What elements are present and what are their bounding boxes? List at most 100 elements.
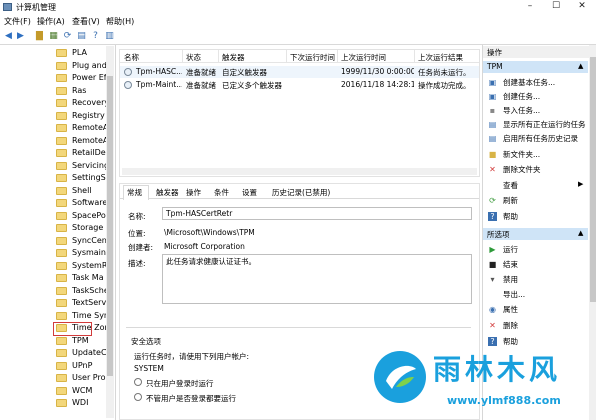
column-divider[interactable]: [414, 50, 415, 63]
author-label: 创建者:: [128, 243, 154, 252]
folder-icon: [56, 299, 67, 307]
menu-bar: 文件(F) 操作(A) 查看(V) 帮助(H): [0, 14, 596, 28]
column-divider[interactable]: [182, 50, 183, 63]
minimize-button[interactable]: –: [519, 0, 541, 13]
folder-icon: [56, 186, 67, 195]
delete-folder-icon: ✕: [489, 165, 496, 174]
task-last-run: 2016/11/18 14:28:19: [341, 80, 414, 89]
col-header-name[interactable]: 名称: [124, 52, 139, 63]
console-icon[interactable]: ▥: [104, 31, 115, 41]
folder-icon: [56, 49, 67, 57]
col-header-last-run[interactable]: 上次运行时间: [341, 52, 386, 63]
task-clock-icon: [124, 68, 132, 76]
action-help[interactable]: ? 帮助: [483, 210, 588, 222]
submenu-arrow-icon: ▶: [578, 180, 584, 188]
delete-icon: ✕: [489, 321, 496, 330]
tree-scroll-thumb[interactable]: [107, 76, 113, 376]
action-end[interactable]: ■ 结束: [483, 258, 588, 270]
action-run[interactable]: ▶ 运行: [483, 243, 588, 255]
new-folder-icon: ■: [488, 150, 497, 159]
menu-view[interactable]: 查看(V): [72, 16, 100, 27]
actions-section-selected[interactable]: 所选项 ▲: [483, 228, 588, 240]
tab-history[interactable]: 历史记录(已禁用): [272, 187, 330, 198]
collapse-arrow-icon[interactable]: ▲: [578, 62, 583, 70]
action-properties[interactable]: ◉ 属性: [483, 303, 588, 315]
radio-logged-on[interactable]: [134, 378, 142, 386]
tree-scrollbar[interactable]: [106, 46, 114, 418]
refresh-icon[interactable]: ⟳: [62, 31, 73, 41]
action-refresh[interactable]: ⟳ 刷新: [483, 194, 588, 206]
action-disable[interactable]: ▾ 禁用: [483, 273, 588, 285]
close-button[interactable]: ✕: [571, 0, 593, 13]
horizontal-scrollbar[interactable]: [122, 168, 477, 175]
actions-scroll-thumb[interactable]: [590, 57, 596, 302]
help-icon: ?: [488, 337, 497, 346]
folder-icon: [56, 286, 67, 295]
divider: [126, 327, 471, 328]
folder-icon: [56, 161, 67, 170]
action-enable-history[interactable]: ▤ 启用所有任务历史记录: [483, 132, 588, 144]
action-create-basic-task[interactable]: ▣ 创建基本任务...: [483, 76, 588, 88]
show-running-icon: ▤: [488, 120, 497, 129]
tab-actions[interactable]: 操作: [186, 187, 201, 198]
menu-help[interactable]: 帮助(H): [106, 16, 134, 27]
task-triggers: 自定义触发器: [222, 68, 267, 77]
name-field[interactable]: Tpm-HASCertRetr: [162, 207, 472, 220]
action-import-task[interactable]: ▪ 导入任务...: [483, 104, 588, 116]
radio-logged-on-label: 只在用户登录时运行: [146, 379, 214, 388]
tab-triggers[interactable]: 触发器: [156, 187, 179, 198]
col-header-status[interactable]: 状态: [186, 52, 201, 63]
back-icon[interactable]: ◀: [3, 31, 14, 41]
action-help-selected[interactable]: ? 帮助: [483, 335, 588, 347]
folder-icon: [56, 349, 67, 357]
up-folder-icon[interactable]: ▇: [34, 31, 45, 41]
collapse-arrow-icon[interactable]: ▲: [578, 229, 583, 237]
folder-icon: [56, 224, 67, 232]
folder-icon: [56, 311, 67, 320]
action-create-task[interactable]: ▣ 创建任务...: [483, 90, 588, 102]
help-icon[interactable]: ?: [90, 31, 101, 41]
folder-icon: [56, 99, 67, 107]
action-delete[interactable]: ✕ 删除: [483, 319, 588, 331]
properties-icon[interactable]: ▤: [76, 31, 87, 41]
action-view[interactable]: 查看 ▶: [483, 179, 588, 191]
col-header-last-result[interactable]: 上次运行结果: [418, 52, 463, 63]
description-field[interactable]: 此任务请求健康认证证书。: [162, 254, 472, 304]
action-export[interactable]: 导出...: [483, 288, 588, 300]
leaf-logo-icon: [375, 352, 425, 402]
column-divider[interactable]: [286, 50, 287, 63]
maximize-button[interactable]: ☐: [545, 0, 567, 13]
task-row[interactable]: Tpm-HASC... 准备就绪 自定义触发器 1999/11/30 0:00:…: [120, 66, 479, 78]
tab-conditions[interactable]: 条件: [214, 187, 229, 198]
detail-tabs: 常规 触发器 操作 条件 设置 历史记录(已禁用): [120, 184, 479, 200]
menu-file[interactable]: 文件(F): [4, 16, 31, 27]
tab-general[interactable]: 常规: [127, 187, 142, 198]
folder-icon: [56, 199, 67, 207]
radio-any-user[interactable]: [134, 393, 142, 401]
actions-section-tpm[interactable]: TPM ▲: [483, 61, 588, 73]
task-row[interactable]: Tpm-Maint... 准备就绪 已定义多个触发器 2016/11/18 14…: [120, 79, 479, 91]
tab-settings[interactable]: 设置: [242, 187, 257, 198]
actions-scrollbar[interactable]: [589, 45, 596, 420]
task-status: 准备就绪: [186, 68, 216, 77]
folder-icon: [56, 136, 67, 145]
col-header-triggers[interactable]: 触发器: [222, 52, 245, 63]
folder-icon: [56, 374, 67, 382]
action-delete-folder[interactable]: ✕ 删除文件夹: [483, 163, 588, 175]
end-icon: ■: [488, 260, 497, 269]
action-new-folder[interactable]: ■ 新文件夹...: [483, 148, 588, 160]
col-header-next-run[interactable]: 下次运行时间: [290, 52, 335, 63]
show-hide-tree-icon[interactable]: ▦: [48, 31, 59, 41]
column-divider[interactable]: [218, 50, 219, 63]
forward-icon[interactable]: ▶: [15, 31, 26, 41]
task-name: Tpm-Maint...: [136, 80, 182, 89]
folder-icon: [56, 124, 67, 132]
task-last-run: 1999/11/30 0:00:00: [341, 67, 414, 76]
task-name: Tpm-HASC...: [136, 67, 182, 76]
location-label: 位置:: [128, 229, 146, 238]
author-value: Microsoft Corporation: [164, 242, 245, 251]
folder-icon: [56, 111, 67, 120]
action-show-running[interactable]: ▤ 显示所有正在运行的任务: [483, 118, 588, 130]
column-divider[interactable]: [337, 50, 338, 63]
menu-action[interactable]: 操作(A): [37, 16, 65, 27]
